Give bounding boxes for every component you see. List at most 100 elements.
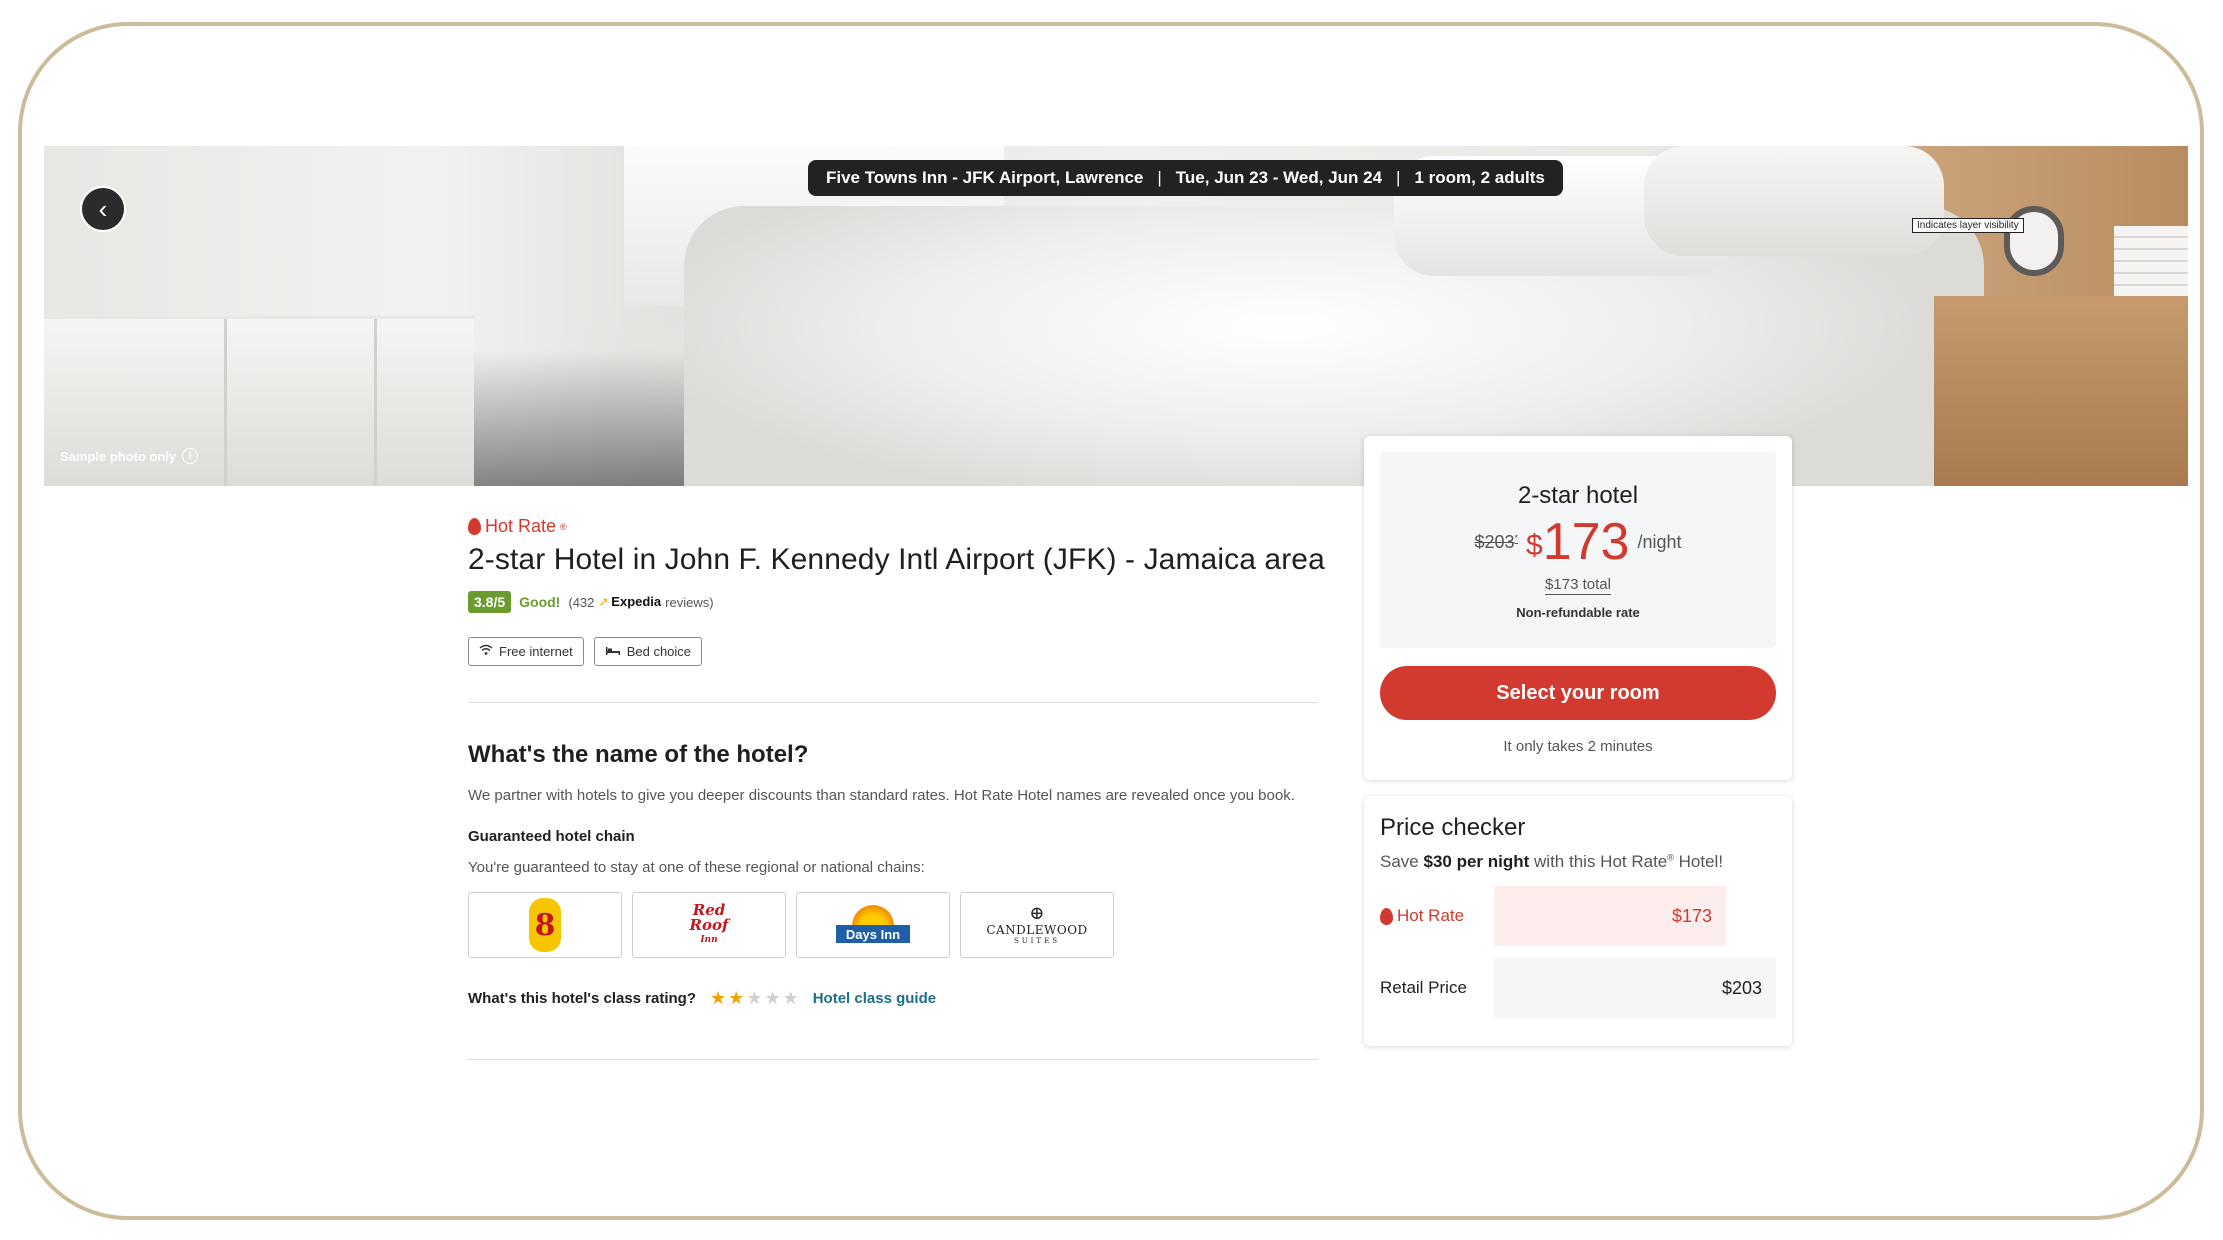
sun-icon — [852, 905, 894, 927]
hero-pillow — [1644, 146, 1944, 256]
logo-text: Days Inn — [836, 925, 910, 943]
class-rating-row: What's this hotel's class rating? ★ ★ ★ … — [468, 988, 1338, 1009]
rating-row: 3.8/5 Good! (432 ➚ Expedia reviews) — [468, 591, 1338, 613]
amenity-free-internet: Free internet — [468, 637, 584, 666]
non-refundable-label: Non-refundable rate — [1516, 605, 1640, 620]
chain-logo-list: 8 Red Roof Inn Days Inn ⊕ CANDLEWOOD SUI… — [468, 892, 1338, 958]
new-price: $173 — [1526, 516, 1629, 568]
subtitle-text: Hotel! — [1678, 852, 1724, 871]
trademark-mark: ® — [560, 521, 567, 532]
savings-amount: $30 per night — [1423, 852, 1530, 871]
expedia-logo-text: Expedia — [611, 594, 662, 609]
layer-visibility-tooltip: Indicates layer visibility — [1912, 218, 2024, 233]
old-price-value: $203 — [1474, 531, 1515, 552]
star-empty-icon: ★ — [746, 988, 763, 1008]
page-frame: ‹ Five Towns Inn - JFK Airport, Lawrence… — [18, 22, 2204, 1220]
price-summary: 2-star hotel $203* $173 /night $173 tota… — [1380, 452, 1776, 648]
hot-rate-label: Hot Rate ® — [468, 516, 1338, 537]
star-filled-icon: ★ — [710, 988, 727, 1008]
info-icon[interactable]: i — [182, 448, 199, 464]
price-row: $203* $173 /night — [1380, 516, 1776, 568]
currency-symbol: $ — [1526, 529, 1543, 562]
chain-heading: Guaranteed hotel chain — [468, 828, 635, 845]
rating-score-badge: 3.8/5 — [468, 591, 512, 613]
review-count[interactable]: (432 ➚ Expedia reviews) — [568, 594, 713, 610]
amenity-list: Free internet Bed choice — [468, 637, 1338, 666]
review-count-suffix: reviews) — [665, 594, 714, 610]
hero-image: ‹ Five Towns Inn - JFK Airport, Lawrence… — [44, 146, 2188, 486]
sample-photo-note[interactable]: Sample photo only i — [60, 448, 199, 464]
retail-price-row-label: Retail Price — [1380, 978, 1467, 997]
trip-summary-pill[interactable]: Five Towns Inn - JFK Airport, Lawrence |… — [808, 160, 1563, 196]
expedia-arrow-icon: ➚ — [598, 594, 610, 609]
hot-rate-price-bar: $173 — [1494, 886, 1726, 946]
expedia-logo: ➚ Expedia — [598, 594, 661, 610]
page-title: 2-star Hotel in John F. Kennedy Intl Air… — [468, 543, 1325, 576]
trip-separator: | — [1396, 168, 1401, 187]
hot-rate-text: Hot Rate — [485, 516, 557, 536]
logo-text: Inn — [700, 934, 718, 945]
chain-logo-candlewood-suites[interactable]: ⊕ CANDLEWOOD SUITES — [960, 892, 1114, 958]
subtitle-text: with this Hot Rate — [1534, 852, 1668, 871]
star-rating: ★ ★ ★ ★ ★ — [710, 988, 799, 1009]
price-checker-card: Price checker Save $30 per night with th… — [1364, 796, 1792, 1046]
hot-rate-row-label: Hot Rate — [1380, 906, 1494, 926]
hero-books — [2114, 226, 2188, 296]
star-empty-icon: ★ — [764, 988, 781, 1008]
amenity-label: Bed choice — [626, 644, 692, 659]
hot-rate-price-row: Hot Rate $173 — [1380, 886, 1776, 946]
select-room-button[interactable]: Select your room — [1380, 666, 1776, 720]
logo-text: CANDLEWOOD — [986, 923, 1088, 937]
old-price-mark: * — [1514, 532, 1519, 543]
price-checker-subtitle: Save $30 per night with this Hot Rate® H… — [1380, 852, 1776, 872]
hero-nightstand — [1934, 296, 2188, 486]
hero-clock — [2004, 206, 2064, 276]
registered-mark: ® — [1667, 852, 1674, 863]
price-card: 2-star hotel $203* $173 /night $173 tota… — [1364, 436, 1792, 780]
per-night-label: /night — [1637, 531, 1682, 552]
hotel-name-description: We partner with hotels to give you deepe… — [468, 787, 1295, 804]
trip-hotel-area: Five Towns Inn - JFK Airport, Lawrence — [826, 168, 1144, 187]
chain-logo-days-inn[interactable]: Days Inn — [796, 892, 950, 958]
bed-icon — [605, 644, 621, 659]
retail-price-row: Retail Price $203 — [1380, 958, 1776, 1018]
class-rating-question: What's this hotel's class rating? — [468, 990, 697, 1007]
subtitle-text: Save — [1380, 852, 1419, 871]
days-inn-logo: Days Inn — [836, 905, 910, 945]
logo-text: Roof — [689, 915, 729, 934]
row-label-text: Hot Rate — [1397, 906, 1465, 925]
old-price: $203* — [1474, 532, 1518, 553]
chevron-left-icon: ‹ — [98, 194, 108, 224]
chain-description: You're guaranteed to stay at one of thes… — [468, 859, 925, 876]
new-price-value: 173 — [1542, 513, 1630, 571]
total-price-link[interactable]: $173 total — [1545, 576, 1611, 595]
chain-logo-super-8[interactable]: 8 — [468, 892, 622, 958]
flame-icon — [1380, 907, 1393, 925]
review-count-prefix: (432 — [568, 594, 595, 610]
amenity-label: Free internet — [499, 644, 573, 659]
back-button[interactable]: ‹ — [80, 186, 126, 232]
hotel-name-heading: What's the name of the hotel? — [468, 741, 809, 768]
candlewood-emblem-icon: ⊕ — [1029, 903, 1045, 924]
takes-time-note: It only takes 2 minutes — [1503, 738, 1653, 755]
retail-price-bar: $203 — [1494, 958, 1776, 1018]
super-8-logo: 8 — [529, 898, 561, 952]
red-roof-inn-logo: Red Roof Inn — [689, 902, 729, 948]
hotel-details: Hot Rate ® 2-star Hotel in John F. Kenned… — [468, 516, 1338, 1060]
trip-separator: | — [1157, 168, 1162, 187]
star-filled-icon: ★ — [728, 988, 745, 1008]
logo-subtext: SUITES — [1013, 937, 1061, 945]
star-empty-icon: ★ — [782, 988, 799, 1008]
section-divider — [468, 1059, 1318, 1060]
candlewood-suites-logo: ⊕ CANDLEWOOD SUITES — [986, 903, 1088, 946]
sample-photo-label: Sample photo only — [60, 448, 177, 464]
hotel-class-guide-link[interactable]: Hotel class guide — [813, 990, 936, 1007]
chain-logo-red-roof-inn[interactable]: Red Roof Inn — [632, 892, 786, 958]
rating-word: Good! — [519, 594, 561, 610]
price-checker-title: Price checker — [1380, 814, 1526, 841]
trip-guests: 1 room, 2 adults — [1414, 168, 1545, 187]
trip-dates: Tue, Jun 23 - Wed, Jun 24 — [1175, 168, 1383, 187]
section-divider — [468, 702, 1318, 703]
flame-icon — [468, 518, 481, 535]
amenity-bed-choice: Bed choice — [593, 637, 703, 666]
